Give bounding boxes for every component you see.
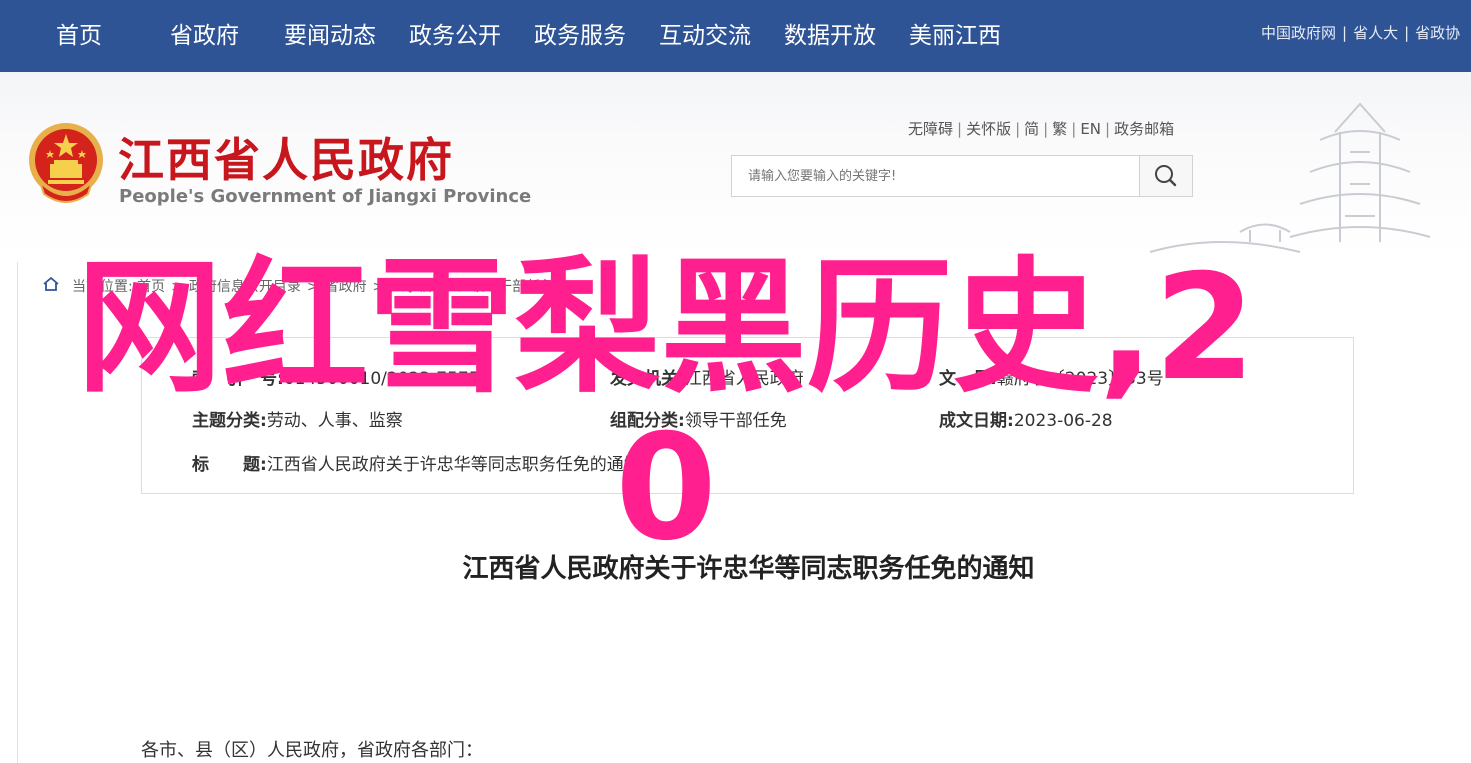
breadcrumb-appointments[interactable]: 领导干部任免 [470,279,554,295]
meta-label: 成文日期: [939,411,1014,431]
document-meta-box: 索 引 号:014500010/2023-75752 发文机关:江西省人民政府 … [141,337,1354,494]
divider: | [1105,120,1111,138]
top-link-npc[interactable]: 省人大 [1353,24,1398,42]
nav-item-gov-services[interactable]: 政务服务 [534,0,626,72]
top-links: 中国政府网 | 省人大 | 省政协 [1261,22,1471,44]
meta-label: 标 题: [192,455,267,475]
meta-label: 索 引 号: [192,369,284,389]
breadcrumb-personnel[interactable]: 人事信息 [390,279,446,295]
meta-label: 组配分类: [610,411,685,431]
breadcrumb-home[interactable]: 首页 [137,279,165,295]
search-input[interactable] [732,156,1142,196]
nav-item-gov-affairs-open[interactable]: 政务公开 [409,0,501,72]
nav-item-beautiful-jiangxi[interactable]: 美丽江西 [909,0,1001,72]
meta-value: 赣府字〔2023〕33号 [996,369,1164,389]
divider: | [1015,120,1021,138]
document-title: 江西省人民政府关于许忠华等同志职务任免的通知 [462,554,1035,584]
breadcrumb-label: 当前位置: [72,279,133,295]
link-english[interactable]: EN [1080,120,1101,138]
link-traditional[interactable]: 繁 [1052,120,1067,138]
top-link-china-gov[interactable]: 中国政府网 [1261,24,1336,42]
divider: | [1404,24,1410,42]
breadcrumb-separator: > [306,279,319,295]
meta-value: 014500010/2023-75752 [283,369,491,389]
meta-label: 文 号: [939,369,997,389]
meta-value: 2023-06-28 [1013,411,1113,431]
meta-value: 江西省人民政府关于许忠华等同志职务任免的通知 [266,455,641,475]
divider: | [1342,24,1348,42]
link-accessibility[interactable]: 无障碍 [908,120,953,138]
breadcrumb-info-catalog[interactable]: 政府信息公开目录 [189,279,301,295]
nav-item-interaction[interactable]: 互动交流 [659,0,751,72]
home-icon [43,276,59,291]
search-box [731,155,1193,197]
site-header: 江西省人民政府 People's Government of Jiangxi P… [0,72,1471,260]
nav-item-news[interactable]: 要闻动态 [284,0,376,72]
meta-label: 发文机关: [610,369,685,389]
accessibility-links: 无障碍 | 关怀版 | 简 | 繁 | EN | 政务邮箱 [908,118,1174,139]
meta-topic: 主题分类:劳动、人事、监察 [192,406,403,431]
breadcrumb-separator: > [452,279,465,295]
divider: | [1043,120,1049,138]
breadcrumb-separator: > [372,279,385,295]
meta-value: 江西省人民政府 [684,369,804,389]
national-emblem-icon [29,123,103,203]
divider: | [957,120,963,138]
meta-title: 标 题:江西省人民政府关于许忠华等同志职务任免的通知 [192,450,641,475]
nav-item-province-government[interactable]: 省政府 [170,0,239,72]
meta-group: 组配分类:领导干部任免 [610,406,787,431]
link-elderly-mode[interactable]: 关怀版 [966,120,1011,138]
meta-value: 领导干部任免 [684,411,787,431]
top-link-cppcc[interactable]: 省政协 [1415,24,1460,42]
site-title[interactable]: 江西省人民政府 [118,124,454,190]
pagoda-illustration [1149,102,1431,253]
meta-label: 主题分类: [192,411,267,431]
divider: | [1071,120,1077,138]
meta-value: 劳动、人事、监察 [266,411,403,431]
link-simplified[interactable]: 简 [1024,120,1039,138]
meta-issuer: 发文机关:江西省人民政府 [610,364,804,389]
meta-doc-number: 文 号:赣府字〔2023〕33号 [939,364,1164,389]
document-body-first-line: 各市、县（区）人民政府，省政府各部门： [141,740,483,761]
site-subtitle: People's Government of Jiangxi Province [119,186,532,207]
top-nav-bar: 首页 省政府 要闻动态 政务公开 政务服务 互动交流 数据开放 美丽江西 中国政… [0,0,1471,72]
meta-date: 成文日期:2023-06-28 [939,406,1113,431]
nav-item-home[interactable]: 首页 [56,0,102,72]
meta-index-number: 索 引 号:014500010/2023-75752 [192,364,490,389]
nav-item-open-data[interactable]: 数据开放 [784,0,876,72]
breadcrumb-separator: > [171,279,183,295]
breadcrumb-province-gov[interactable]: 省政府 [325,279,367,295]
